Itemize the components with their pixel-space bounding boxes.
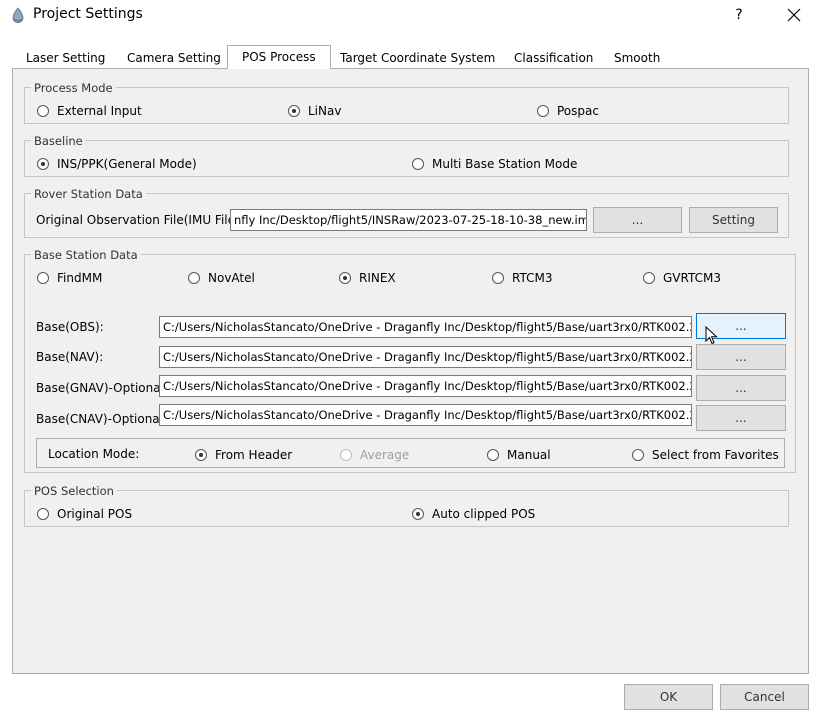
pos-selection-title: POS Selection xyxy=(31,484,117,498)
radio-indicator xyxy=(492,272,504,284)
radio-ins-ppk[interactable]: INS/PPK(General Mode) xyxy=(37,156,197,172)
radio-indicator xyxy=(643,272,655,284)
tab-laser-setting[interactable]: Laser Setting xyxy=(20,50,111,69)
base-nav-label: Base(NAV): xyxy=(36,350,104,364)
imu-setting-button[interactable]: Setting xyxy=(689,207,778,233)
base-station-title: Base Station Data xyxy=(31,248,141,262)
pos-selection-group xyxy=(24,490,789,527)
window-title: Project Settings xyxy=(33,6,143,22)
base-obs-label: Base(OBS): xyxy=(36,320,104,334)
location-mode-label: Location Mode: xyxy=(48,447,140,461)
tab-target-coordinate-system[interactable]: Target Coordinate System xyxy=(334,50,501,69)
radio-rinex[interactable]: RINEX xyxy=(339,270,396,286)
base-nav-field[interactable]: C:/Users/NicholasStancato/OneDrive - Dra… xyxy=(159,346,692,368)
radio-indicator xyxy=(487,449,499,461)
radio-average: Average xyxy=(340,447,409,463)
radio-indicator xyxy=(188,272,200,284)
tab-pos-process[interactable]: POS Process xyxy=(227,45,331,69)
tab-classification[interactable]: Classification xyxy=(508,50,599,69)
imu-file-field[interactable]: nfly Inc/Desktop/flight5/INSRaw/2023-07-… xyxy=(230,209,587,231)
radio-manual[interactable]: Manual xyxy=(487,447,551,463)
radio-external-input[interactable]: External Input xyxy=(37,103,142,119)
radio-indicator xyxy=(37,272,49,284)
radio-gvrtcm3[interactable]: GVRTCM3 xyxy=(643,270,721,286)
base-cnav-browse-button[interactable]: ... xyxy=(696,405,786,431)
radio-indicator xyxy=(412,158,424,170)
radio-indicator xyxy=(37,105,49,117)
close-button[interactable] xyxy=(776,0,812,30)
radio-pospac[interactable]: Pospac xyxy=(537,103,599,119)
base-cnav-label: Base(CNAV)-Optional: xyxy=(36,412,168,426)
radio-indicator xyxy=(537,105,549,117)
radio-linav[interactable]: LiNav xyxy=(288,103,341,119)
radio-indicator xyxy=(37,158,49,170)
ok-button[interactable]: OK xyxy=(624,684,713,710)
radio-select-from-favorites[interactable]: Select from Favorites xyxy=(632,447,779,463)
imu-browse-button[interactable]: ... xyxy=(593,207,682,233)
base-obs-field[interactable]: C:/Users/NicholasStancato/OneDrive - Dra… xyxy=(159,316,692,338)
base-gnav-label: Base(GNAV)-Optional: xyxy=(36,381,168,395)
radio-indicator xyxy=(288,105,300,117)
mouse-cursor-icon xyxy=(705,326,718,345)
radio-indicator xyxy=(37,508,49,520)
help-button[interactable]: ? xyxy=(722,0,756,30)
base-nav-browse-button[interactable]: ... xyxy=(696,344,786,370)
tab-camera-setting[interactable]: Camera Setting xyxy=(121,50,227,69)
radio-rtcm3[interactable]: RTCM3 xyxy=(492,270,552,286)
radio-multi-base-station[interactable]: Multi Base Station Mode xyxy=(412,156,577,172)
radio-from-header[interactable]: From Header xyxy=(195,447,292,463)
baseline-title: Baseline xyxy=(31,134,86,148)
radio-indicator xyxy=(632,449,644,461)
close-icon xyxy=(787,8,801,22)
imu-file-label: Original Observation File(IMU File) xyxy=(36,213,240,227)
process-mode-title: Process Mode xyxy=(31,81,116,95)
rover-station-title: Rover Station Data xyxy=(31,187,146,201)
radio-indicator xyxy=(195,449,207,461)
radio-auto-clipped-pos[interactable]: Auto clipped POS xyxy=(412,506,535,522)
radio-original-pos[interactable]: Original POS xyxy=(37,506,132,522)
base-cnav-field[interactable]: C:/Users/NicholasStancato/OneDrive - Dra… xyxy=(159,404,692,426)
radio-findmm[interactable]: FindMM xyxy=(37,270,102,286)
radio-novatel[interactable]: NovAtel xyxy=(188,270,255,286)
base-gnav-field[interactable]: C:/Users/NicholasStancato/OneDrive - Dra… xyxy=(159,375,692,397)
app-drop-icon xyxy=(12,7,24,23)
tab-smooth[interactable]: Smooth xyxy=(608,50,666,69)
radio-indicator xyxy=(412,508,424,520)
base-gnav-browse-button[interactable]: ... xyxy=(696,375,786,401)
radio-indicator xyxy=(339,272,351,284)
cancel-button[interactable]: Cancel xyxy=(720,684,809,710)
radio-indicator xyxy=(340,449,352,461)
